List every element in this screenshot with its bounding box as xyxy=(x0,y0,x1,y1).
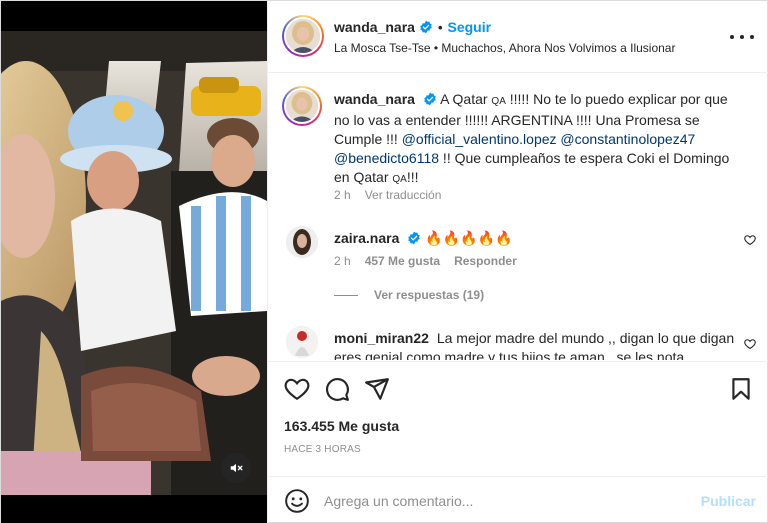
post-video[interactable] xyxy=(1,31,267,495)
post-header: wanda_nara • Seguir La Mosca Tse-Tse • Muc… xyxy=(268,1,768,73)
mention-link[interactable]: @constantinolopez47 xyxy=(560,131,695,147)
author-username[interactable]: wanda_nara xyxy=(334,19,415,35)
post-actions: 163.455 Me gusta HACE 3 HORAS xyxy=(268,361,768,471)
send-icon[interactable] xyxy=(364,376,390,402)
caption-meta: 2 h Ver traducción xyxy=(334,188,455,202)
commenter-avatar[interactable] xyxy=(286,326,318,358)
speaker-muted-icon xyxy=(230,463,243,473)
publish-button[interactable]: Publicar xyxy=(701,493,756,509)
commenter-username[interactable]: zaira.nara xyxy=(334,230,399,246)
mute-button[interactable] xyxy=(221,453,251,483)
comment-composer: Publicar xyxy=(268,476,768,523)
comment-content: 🔥🔥🔥🔥🔥 xyxy=(425,230,513,246)
view-replies-button[interactable]: Ver respuestas (19) xyxy=(334,288,484,302)
verified-badge-icon xyxy=(408,231,421,245)
commenter-username[interactable]: moni_miran22 xyxy=(334,330,429,346)
caption-author-avatar[interactable] xyxy=(282,86,322,126)
more-options-icon[interactable] xyxy=(730,27,754,47)
caption-username[interactable]: wanda_nara xyxy=(334,91,415,107)
comments-section: wanda_nara A Qatar QA !!!!! No te lo pue… xyxy=(268,74,768,360)
caption-text: wanda_nara A Qatar QA !!!!! No te lo pue… xyxy=(334,90,746,189)
likes-count[interactable]: 163.455 Me gusta xyxy=(284,418,399,434)
caption-time[interactable]: 2 h xyxy=(334,188,351,202)
author-avatar[interactable] xyxy=(282,15,324,57)
comment-time[interactable]: 2 h xyxy=(334,254,351,268)
comment-item: moni_miran22 La mejor madre del mundo ,,… xyxy=(286,326,756,360)
comment-input[interactable] xyxy=(324,489,684,513)
commenter-avatar[interactable] xyxy=(286,226,318,258)
verified-badge-icon xyxy=(420,20,432,34)
post-dialog: wanda_nara • Seguir La Mosca Tse-Tse • Muc… xyxy=(0,0,768,523)
header-title-line: wanda_nara • Seguir xyxy=(334,19,491,35)
post-media[interactable] xyxy=(1,1,267,523)
translate-link[interactable]: Ver traducción xyxy=(365,188,442,202)
comment-icon[interactable] xyxy=(324,376,350,402)
comment-likes[interactable]: 457 Me gusta xyxy=(365,254,440,268)
heart-icon[interactable] xyxy=(284,376,310,402)
audio-track[interactable]: La Mosca Tse-Tse • Muchachos, Ahora Nos … xyxy=(334,41,675,55)
emoji-icon[interactable] xyxy=(284,488,310,514)
caption-part: !!! xyxy=(406,169,419,185)
qatar-flag-glyph: QA xyxy=(491,96,506,107)
post-timestamp[interactable]: HACE 3 HORAS xyxy=(284,444,361,455)
reply-button[interactable]: Responder xyxy=(454,254,517,268)
comment-text: zaira.nara 🔥🔥🔥🔥🔥 xyxy=(334,229,746,248)
caption-part: A Qatar xyxy=(440,91,488,107)
comment-meta: 2 h 457 Me gusta Responder xyxy=(334,254,531,268)
caption: wanda_nara A Qatar QA !!!!! No te lo pue… xyxy=(282,86,756,208)
separator-dot: • xyxy=(437,20,443,35)
view-replies-label: Ver respuestas (19) xyxy=(374,288,485,302)
comment-text: moni_miran22 La mejor madre del mundo ,,… xyxy=(334,329,746,360)
qatar-flag-glyph: QA xyxy=(392,174,407,185)
comment-like-heart-icon[interactable] xyxy=(744,338,756,350)
mention-link[interactable]: @benedicto6118 xyxy=(334,150,439,166)
replies-divider xyxy=(334,294,358,296)
mention-link[interactable]: @official_valentino.lopez xyxy=(402,131,557,147)
post-panel: wanda_nara • Seguir La Mosca Tse-Tse • Muc… xyxy=(267,1,768,523)
verified-badge-icon xyxy=(424,92,436,106)
bookmark-icon[interactable] xyxy=(728,376,754,402)
comment-like-heart-icon[interactable] xyxy=(744,234,756,246)
follow-button[interactable]: Seguir xyxy=(448,19,492,35)
